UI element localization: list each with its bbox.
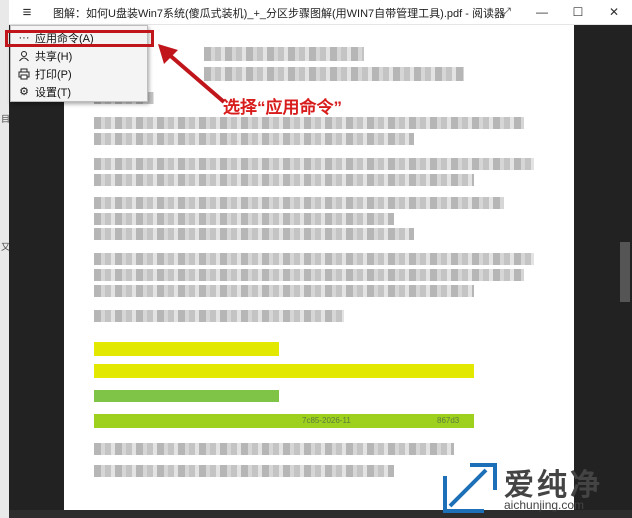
menu-item-label: 打印(P)	[35, 68, 72, 81]
watermark-logo: 爱纯净 aichunjing.com	[440, 460, 630, 518]
watermark-url: aichunjing.com	[504, 498, 585, 512]
expand-button[interactable]: ⤢	[488, 0, 524, 24]
menu-item-label: 共享(H)	[35, 50, 73, 63]
menu-item-print[interactable]: 打印(P)	[11, 65, 147, 82]
share-icon	[17, 50, 31, 62]
menu-item-share[interactable]: 共享(H)	[11, 47, 147, 64]
arrow-icon	[158, 44, 226, 104]
code-fragment-tail: 867d3	[437, 416, 460, 425]
blurred-text	[94, 174, 474, 186]
maximize-button[interactable]: ☐	[560, 0, 596, 24]
annotation-text: 选择“应用命令”	[223, 98, 342, 117]
close-button[interactable]: ✕	[596, 0, 632, 24]
logo-icon	[443, 463, 497, 513]
yellow-highlight	[94, 342, 279, 356]
blurred-text	[94, 285, 474, 297]
blurred-text	[94, 197, 504, 209]
blurred-text	[94, 158, 534, 170]
blurred-text	[94, 133, 414, 145]
yellow-highlight	[94, 364, 474, 378]
highlight-box	[5, 30, 154, 47]
code-fragment: 7c85-2026-11	[302, 416, 351, 425]
hamburger-icon[interactable]: ≡	[11, 0, 43, 24]
blurred-text	[94, 465, 394, 477]
gear-icon: ⚙	[19, 86, 29, 98]
blurred-text	[204, 67, 464, 81]
menu-item-settings[interactable]: ⚙ 设置(T)	[11, 83, 147, 100]
blurred-text	[94, 443, 454, 455]
green-highlight	[94, 414, 474, 428]
window-title: 图解：如何U盘装Win7系统(傻瓜式装机)_+_分区步骤图解(用WIN7自带管理…	[53, 8, 505, 20]
blurred-text	[94, 269, 524, 281]
blurred-text	[94, 310, 344, 322]
blurred-text	[94, 213, 394, 225]
title-bar: ≡ 图解：如何U盘装Win7系统(傻瓜式装机)_+_分区步骤图解(用WIN7自带…	[9, 0, 632, 25]
blurred-text	[94, 253, 534, 265]
minimize-button[interactable]: —	[524, 0, 560, 24]
printer-icon	[17, 68, 31, 80]
menu-item-label: 设置(T)	[35, 86, 72, 99]
blurred-text	[94, 228, 414, 240]
blurred-text	[94, 117, 524, 129]
vertical-scrollbar-thumb[interactable]	[620, 242, 630, 302]
green-highlight	[94, 390, 279, 402]
